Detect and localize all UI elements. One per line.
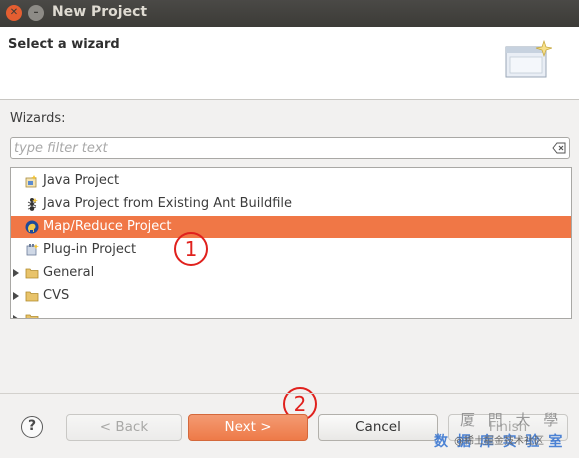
tree-item-label: Java Project from Existing Ant Buildfile xyxy=(43,196,293,211)
clear-filter-icon[interactable] xyxy=(552,141,566,155)
filter-input[interactable] xyxy=(14,140,544,156)
back-button[interactable]: < Back xyxy=(66,414,182,441)
mapreduce-elephant-icon xyxy=(25,220,39,234)
watermark: 厦 門 大 學 数 据 库 实 验 室 @稀土掘金技术社区 xyxy=(434,409,576,455)
tree-item-general[interactable]: General xyxy=(11,262,571,284)
tree-item-mapreduce-project[interactable]: Map/Reduce Project xyxy=(11,216,571,238)
close-window-button[interactable]: ✕ xyxy=(6,5,22,21)
java-project-icon xyxy=(25,175,37,188)
tree-item-label: General xyxy=(43,265,95,280)
filter-field[interactable] xyxy=(10,137,570,159)
window-title: New Project xyxy=(52,4,148,20)
cancel-button[interactable]: Cancel xyxy=(318,414,438,441)
button-bar-divider xyxy=(0,393,579,394)
help-button[interactable]: ? xyxy=(21,416,43,438)
tree-item-ant-project[interactable]: Java Project from Existing Ant Buildfile xyxy=(11,193,571,215)
header-title: Select a wizard xyxy=(8,37,120,52)
annotation-marker-1: 1 xyxy=(174,232,208,266)
wizards-label: Wizards: xyxy=(10,111,66,126)
folder-icon xyxy=(25,268,39,279)
new-wizard-banner-icon xyxy=(505,39,552,78)
tree-item-label: Java Project xyxy=(43,173,120,188)
tree-item-java-project[interactable]: Java Project xyxy=(11,170,571,192)
tree-item-label: Map/Reduce Project xyxy=(43,219,172,234)
folder-icon xyxy=(25,291,39,302)
title-bar: ✕ – New Project xyxy=(0,0,579,27)
expand-arrow-icon[interactable] xyxy=(13,292,19,300)
minimize-window-button[interactable]: – xyxy=(28,5,44,21)
watermark-line-1: 厦 門 大 學 xyxy=(460,411,563,429)
folder-icon xyxy=(25,314,39,318)
wizard-tree[interactable]: Java Project Java Project from Existing … xyxy=(10,167,572,319)
plugin-icon xyxy=(26,244,39,256)
watermark-line-3: @稀土掘金技术社区 xyxy=(454,436,544,447)
tree-item-cvs[interactable]: CVS xyxy=(11,285,571,307)
tree-item-partial[interactable] xyxy=(11,308,571,318)
next-button[interactable]: Next > xyxy=(188,414,308,441)
tree-item-label: Plug-in Project xyxy=(43,242,137,257)
expand-arrow-icon[interactable] xyxy=(13,269,19,277)
expand-arrow-icon[interactable] xyxy=(13,315,19,318)
tree-item-plugin-project[interactable]: Plug-in Project xyxy=(11,239,571,261)
ant-buildfile-icon xyxy=(27,198,38,211)
tree-item-label: CVS xyxy=(43,288,70,303)
wizard-header: Select a wizard xyxy=(0,27,579,100)
